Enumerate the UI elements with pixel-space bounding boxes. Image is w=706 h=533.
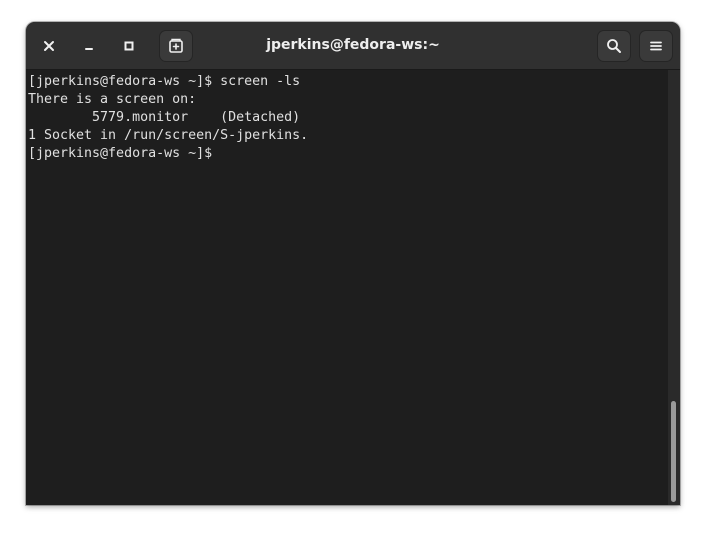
new-tab-button[interactable]	[160, 31, 192, 61]
terminal-prompt-line: [jperkins@fedora-ws ~]$	[28, 146, 221, 161]
terminal-output[interactable]: [jperkins@fedora-ws ~]$ screen -ls There…	[26, 70, 668, 505]
terminal-line: There is a screen on:	[28, 92, 197, 107]
terminal-line: 1 Socket in /run/screen/S-jperkins.	[28, 128, 309, 143]
close-button[interactable]	[33, 31, 65, 61]
minimize-icon	[83, 40, 95, 52]
search-icon	[606, 38, 622, 54]
maximize-icon	[123, 40, 135, 52]
search-button[interactable]	[598, 31, 630, 61]
scrollbar-thumb[interactable]	[671, 401, 676, 502]
close-icon	[43, 40, 55, 52]
menu-button[interactable]	[640, 31, 672, 61]
terminal-line: [jperkins@fedora-ws ~]$ screen -ls	[28, 74, 301, 89]
new-tab-icon	[168, 38, 184, 54]
maximize-button[interactable]	[113, 31, 145, 61]
terminal-line: 5779.monitor (Detached)	[28, 110, 301, 125]
terminal-window: jperkins@fedora-ws:~ [jperkins@fedora-ws…	[26, 22, 680, 505]
minimize-button[interactable]	[73, 31, 105, 61]
headerbar: jperkins@fedora-ws:~	[26, 22, 680, 70]
hamburger-menu-icon	[649, 39, 663, 53]
